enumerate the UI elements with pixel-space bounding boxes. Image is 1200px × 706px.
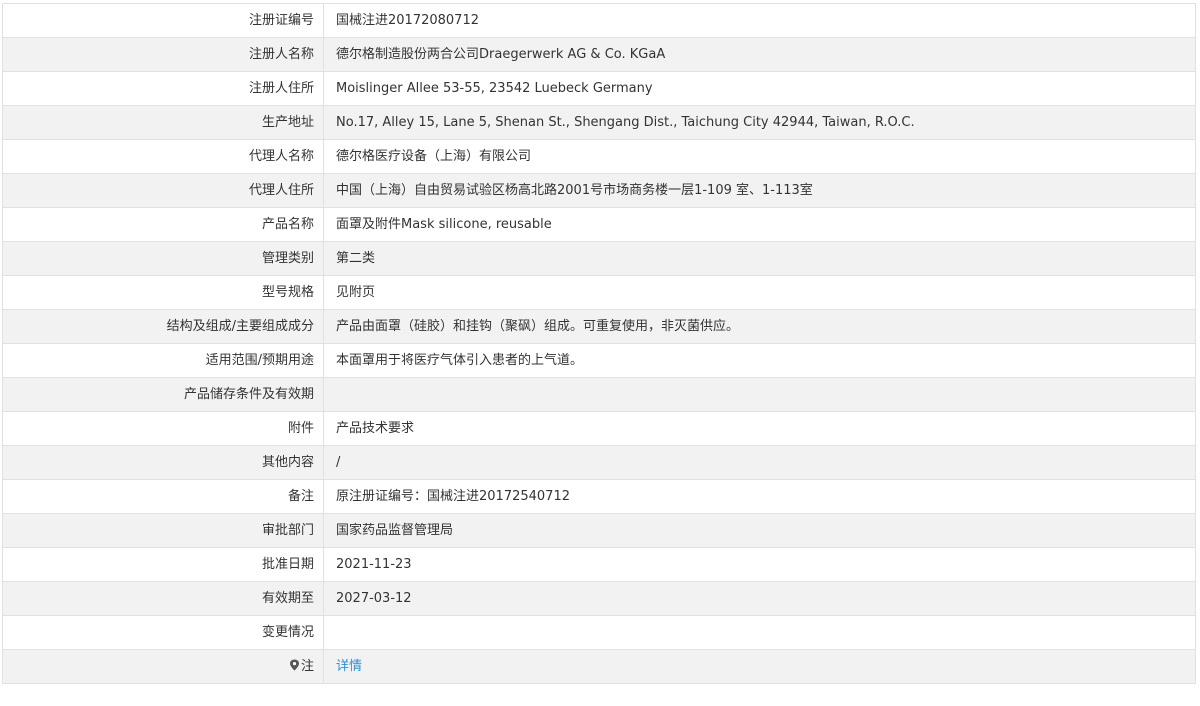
row-label: 有效期至 <box>2 581 324 616</box>
row-label: 管理类别 <box>2 241 324 276</box>
table-row: 适用范围/预期用途 本面罩用于将医疗气体引入患者的上气道。 <box>2 343 1196 378</box>
map-pin-icon <box>289 659 299 671</box>
row-label: 产品名称 <box>2 207 324 242</box>
row-label: 适用范围/预期用途 <box>2 343 324 378</box>
table-row: 代理人住所 中国（上海）自由贸易试验区杨高北路2001号市场商务楼一层1-109 … <box>2 173 1196 208</box>
table-row: 注册人住所 Moislinger Allee 53-55, 23542 Luebe… <box>2 71 1196 106</box>
details-link[interactable]: 详情 <box>336 659 362 674</box>
table-row: 管理类别 第二类 <box>2 241 1196 276</box>
row-label: 注册人住所 <box>2 71 324 106</box>
row-label: 其他内容 <box>2 445 324 480</box>
row-label: 注册证编号 <box>2 3 324 38</box>
table-row: 产品名称 面罩及附件Mask silicone, reusable <box>2 207 1196 242</box>
row-value: 见附页 <box>323 275 1196 310</box>
table-row: 结构及组成/主要组成成分 产品由面罩（硅胶）和挂钩（聚砜）组成。可重复使用，非灭菌… <box>2 309 1196 344</box>
table-row: 产品储存条件及有效期 <box>2 377 1196 412</box>
row-value: Moislinger Allee 53-55, 23542 Luebeck Ge… <box>323 71 1196 106</box>
row-value: 2027-03-12 <box>323 581 1196 616</box>
row-value: No.17, Alley 15, Lane 5, Shenan St., She… <box>323 105 1196 140</box>
row-value: 国械注进20172080712 <box>323 3 1196 38</box>
row-value: 本面罩用于将医疗气体引入患者的上气道。 <box>323 343 1196 378</box>
note-label-cell: 注 <box>2 649 324 684</box>
table-row: 生产地址 No.17, Alley 15, Lane 5, Shenan St.,… <box>2 105 1196 140</box>
row-value <box>323 615 1196 650</box>
row-label: 产品储存条件及有效期 <box>2 377 324 412</box>
row-label: 附件 <box>2 411 324 446</box>
row-label: 备注 <box>2 479 324 514</box>
row-label: 型号规格 <box>2 275 324 310</box>
row-value: 国家药品监督管理局 <box>323 513 1196 548</box>
row-label: 批准日期 <box>2 547 324 582</box>
table-row: 注册人名称 德尔格制造股份两合公司Draegerwerk AG & Co. KGa… <box>2 37 1196 72</box>
row-value: 产品由面罩（硅胶）和挂钩（聚砜）组成。可重复使用，非灭菌供应。 <box>323 309 1196 344</box>
note-row: 注 详情 <box>2 649 1196 684</box>
row-value: 德尔格制造股份两合公司Draegerwerk AG & Co. KGaA <box>323 37 1196 72</box>
row-label: 生产地址 <box>2 105 324 140</box>
row-value: 原注册证编号：国械注进20172540712 <box>323 479 1196 514</box>
registration-info-table: 注册证编号 国械注进20172080712 注册人名称 德尔格制造股份两合公司Drae… <box>2 3 1196 684</box>
table-row: 批准日期 2021-11-23 <box>2 547 1196 582</box>
row-label: 变更情况 <box>2 615 324 650</box>
row-value: / <box>323 445 1196 480</box>
row-value <box>323 377 1196 412</box>
row-label: 代理人名称 <box>2 139 324 174</box>
row-label: 审批部门 <box>2 513 324 548</box>
note-value-cell: 详情 <box>323 649 1196 684</box>
row-value: 2021-11-23 <box>323 547 1196 582</box>
row-value: 德尔格医疗设备（上海）有限公司 <box>323 139 1196 174</box>
note-label: 注 <box>300 659 314 674</box>
table-row: 附件 产品技术要求 <box>2 411 1196 446</box>
row-value: 中国（上海）自由贸易试验区杨高北路2001号市场商务楼一层1-109 室、1-1… <box>323 173 1196 208</box>
row-label: 结构及组成/主要组成成分 <box>2 309 324 344</box>
table-row: 备注 原注册证编号：国械注进20172540712 <box>2 479 1196 514</box>
table-row: 其他内容 / <box>2 445 1196 480</box>
table-row: 变更情况 <box>2 615 1196 650</box>
registration-info-panel: 注册证编号 国械注进20172080712 注册人名称 德尔格制造股份两合公司Drae… <box>2 3 1196 684</box>
row-value: 第二类 <box>323 241 1196 276</box>
row-label: 注册人名称 <box>2 37 324 72</box>
row-value: 面罩及附件Mask silicone, reusable <box>323 207 1196 242</box>
row-label: 代理人住所 <box>2 173 324 208</box>
table-row: 注册证编号 国械注进20172080712 <box>2 3 1196 38</box>
table-row: 有效期至 2027-03-12 <box>2 581 1196 616</box>
info-table-body: 注册证编号 国械注进20172080712 注册人名称 德尔格制造股份两合公司Drae… <box>2 3 1196 684</box>
row-value: 产品技术要求 <box>323 411 1196 446</box>
table-row: 型号规格 见附页 <box>2 275 1196 310</box>
table-row: 代理人名称 德尔格医疗设备（上海）有限公司 <box>2 139 1196 174</box>
table-row: 审批部门 国家药品监督管理局 <box>2 513 1196 548</box>
